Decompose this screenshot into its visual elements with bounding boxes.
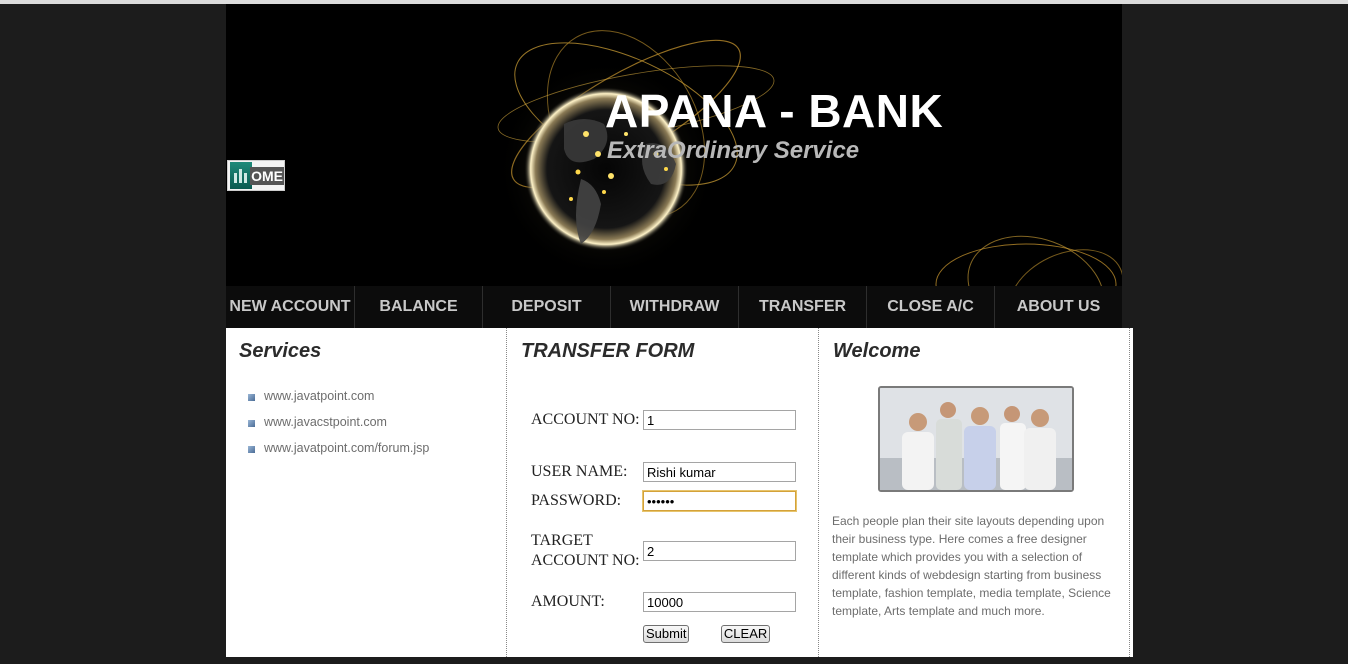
service-link[interactable]: www.javatpoint.com/forum.jsp <box>246 440 429 466</box>
bullet-icon <box>248 420 255 427</box>
amount-label: AMOUNT: <box>531 593 605 610</box>
nav-withdraw[interactable]: WITHDRAW <box>610 286 738 328</box>
nav-transfer[interactable]: TRANSFER <box>738 286 866 328</box>
service-link-text[interactable]: www.javatpoint.com/forum.jsp <box>264 440 429 456</box>
nav-about-us[interactable]: ABOUT US <box>994 286 1122 328</box>
welcome-text: Each people plan their site layouts depe… <box>832 514 1111 618</box>
amount-field[interactable] <box>643 592 796 612</box>
account-no-label: ACCOUNT NO: <box>531 411 640 428</box>
main-content: Services www.javatpoint.com www.javacstp… <box>226 328 1133 657</box>
nav-new-account[interactable]: NEW ACCOUNT <box>226 286 354 328</box>
bank-subtitle: ExtraOrdinary Service <box>607 137 860 164</box>
bullet-icon <box>248 394 255 401</box>
swirl-decoration <box>935 235 1122 286</box>
service-link-text[interactable]: www.javatpoint.com <box>264 388 374 404</box>
header-banner: APANA - BANK ExtraOrdinary Service <box>226 4 1122 286</box>
bank-title: APANA - BANK <box>605 85 944 137</box>
target-account-label: TARGET ACCOUNT NO: <box>531 532 640 569</box>
transfer-form: ACCOUNT NO: USER NAME: PASSWORD: TARGET … <box>531 400 796 648</box>
transfer-form-heading: TRANSFER FORM <box>521 340 695 362</box>
service-link-text[interactable]: www.javacstpoint.com <box>264 414 387 430</box>
submit-button[interactable]: Submit <box>643 625 690 643</box>
team-photo <box>878 386 1074 492</box>
target-account-field[interactable] <box>643 541 796 561</box>
clear-button[interactable]: CLEAR <box>720 625 771 643</box>
services-column: Services www.javatpoint.com www.javacstp… <box>226 328 506 657</box>
main-nav: NEW ACCOUNT BALANCE DEPOSIT WITHDRAW TRA… <box>226 286 1122 328</box>
service-link[interactable]: www.javatpoint.com <box>246 388 429 414</box>
nav-deposit[interactable]: DEPOSIT <box>482 286 610 328</box>
services-list: www.javatpoint.com www.javacstpoint.com … <box>246 388 429 466</box>
bullet-icon <box>248 446 255 453</box>
username-label: USER NAME: <box>531 463 628 480</box>
account-no-field[interactable] <box>643 410 796 430</box>
home-icon <box>230 162 253 189</box>
welcome-column: Welcome Each people plan their site layo… <box>819 328 1130 657</box>
username-field[interactable] <box>643 462 796 482</box>
service-link[interactable]: www.javacstpoint.com <box>246 414 429 440</box>
home-button[interactable]: OME <box>227 160 285 191</box>
nav-close-account[interactable]: CLOSE A/C <box>866 286 994 328</box>
services-heading: Services <box>239 340 322 362</box>
transfer-form-column: TRANSFER FORM ACCOUNT NO: USER NAME: PAS… <box>506 328 819 657</box>
password-label: PASSWORD: <box>531 492 622 509</box>
welcome-heading: Welcome <box>833 340 921 362</box>
nav-balance[interactable]: BALANCE <box>354 286 482 328</box>
password-field[interactable] <box>643 491 796 511</box>
home-label: OME <box>250 166 284 185</box>
